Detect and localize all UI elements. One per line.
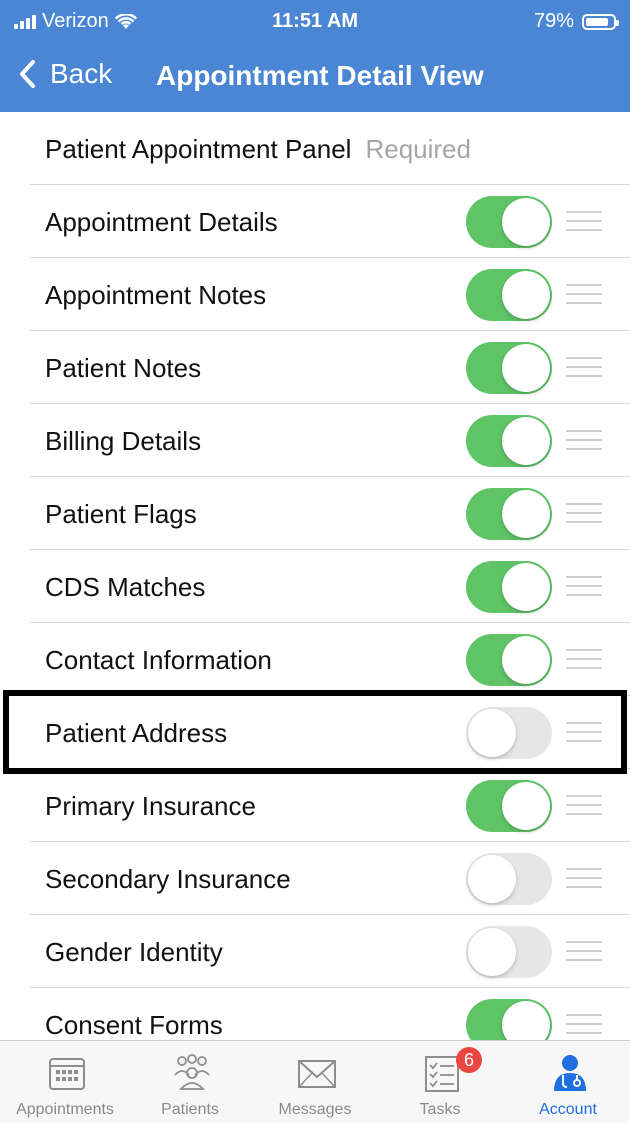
toggle-switch[interactable] [466,780,552,832]
drag-handle-icon[interactable] [566,795,602,815]
drag-handle-icon[interactable] [566,1014,602,1034]
drag-handle-icon[interactable] [566,211,602,231]
tasks-badge: 6 [456,1047,482,1073]
list-item: Secondary Insurance [0,842,630,915]
toggle-switch[interactable] [466,926,552,978]
drag-handle-icon[interactable] [566,941,602,961]
list-item-label: Appointment Notes [45,280,267,310]
drag-handle-icon[interactable] [566,722,602,742]
tab-patients[interactable]: Patients [130,1041,250,1123]
list-item: Gender Identity [0,915,630,988]
list-item-label: Primary Insurance [45,791,256,821]
list-item: Primary Insurance [0,769,630,842]
list-item-label: Patient Flags [45,499,197,529]
page-title: Appointment Detail View [156,60,484,91]
tab-label: Messages [278,1101,352,1118]
doctor-icon [554,1055,586,1091]
toggle-switch[interactable] [466,853,552,905]
list-item: Patient Flags [0,477,630,550]
toggle-switch[interactable] [466,488,552,540]
envelope-icon [298,1060,336,1088]
tab-messages[interactable]: Messages [255,1041,375,1123]
panel-header-row: Patient Appointment Panel Required [0,112,630,185]
toggle-switch[interactable] [466,707,552,759]
list-item-label: Billing Details [45,426,202,456]
chevron-left-icon [20,60,35,88]
toggle-switch[interactable] [466,269,552,321]
navigation-bar: Back Appointment Detail View [0,44,630,112]
list-item: CDS Matches [0,550,630,623]
tab-appointments[interactable]: Appointments [5,1041,125,1123]
list-item-label: Consent Forms [45,1010,223,1040]
list-item-label: Patient Address [45,718,228,748]
toggle-switch[interactable] [466,342,552,394]
back-label: Back [50,58,113,89]
list-item: Patient Notes [0,331,630,404]
tab-account[interactable]: Account [508,1041,628,1123]
drag-handle-icon[interactable] [566,649,602,669]
patients-icon [174,1054,210,1090]
required-note: Required [365,134,471,164]
calendar-icon [49,1058,85,1090]
tab-label: Patients [161,1101,219,1118]
tab-label: Account [539,1101,597,1118]
drag-handle-icon[interactable] [566,576,602,596]
toggle-switch[interactable] [466,634,552,686]
tab-tasks[interactable]: 6 Tasks [380,1041,500,1123]
list-item: Contact Information [0,623,630,696]
tab-label: Appointments [16,1101,114,1118]
drag-handle-icon[interactable] [566,430,602,450]
panel-list: Patient Appointment Panel Required Appoin… [0,112,630,1061]
header-bar: Verizon 11:51 AM 79% Back Appointment De… [0,0,630,112]
list-item-label: Appointment Details [45,207,278,237]
tab-label: Tasks [419,1101,461,1118]
status-bar: Verizon 11:51 AM 79% [0,0,630,44]
drag-handle-icon[interactable] [566,868,602,888]
tab-bar: Appointments Patients Messages 6 Tasks A… [0,1040,630,1123]
toggle-switch[interactable] [466,415,552,467]
battery-group: 79% [533,10,619,33]
toggle-switch[interactable] [466,561,552,613]
list-item: Appointment Details [0,185,630,258]
list-item-label: CDS Matches [45,572,206,602]
drag-handle-icon[interactable] [566,503,602,523]
battery-icon [582,13,619,30]
drag-handle-icon[interactable] [566,284,602,304]
battery-percent: 79% [533,10,574,32]
list-item-label: Patient Notes [45,353,202,383]
panel-header-label: Patient Appointment Panel [45,134,352,164]
drag-handle-icon[interactable] [566,357,602,377]
list-item: Billing Details [0,404,630,477]
toggle-switch[interactable] [466,196,552,248]
back-button[interactable]: Back [18,58,112,90]
list-item-label: Secondary Insurance [45,864,291,894]
list-item: Patient Address [0,696,630,769]
list-item: Appointment Notes [0,258,630,331]
list-item-label: Contact Information [45,645,272,675]
list-item-label: Gender Identity [45,937,223,967]
